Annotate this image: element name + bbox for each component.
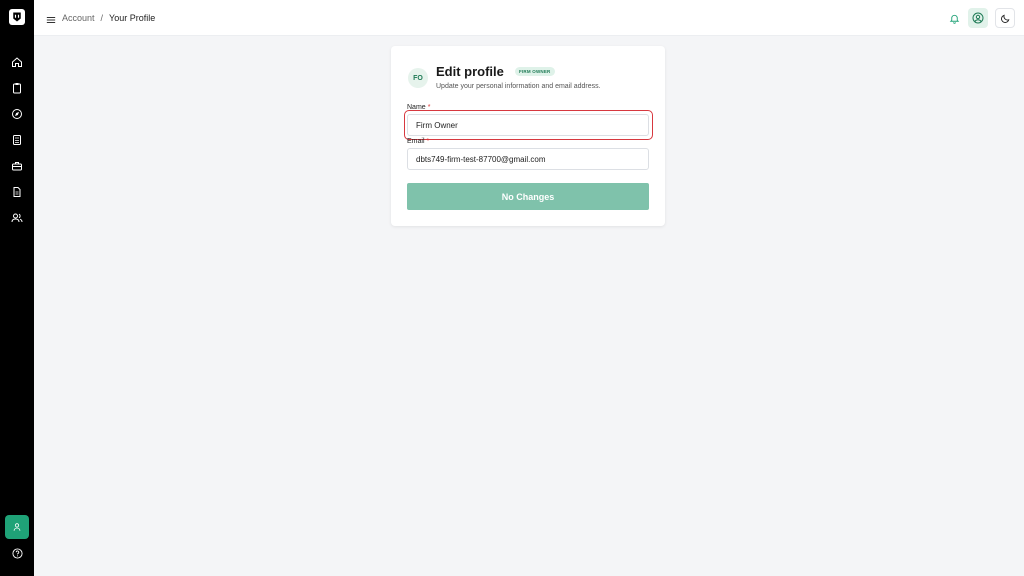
notifications-button[interactable] — [944, 8, 964, 28]
name-field[interactable]: Firm Owner — [407, 114, 649, 136]
email-field[interactable]: dbts749-firm-test-87700@gmail.com — [407, 148, 649, 170]
compass-icon — [12, 109, 22, 119]
role-badge: FIRM OWNER — [515, 67, 555, 76]
moon-icon — [1000, 14, 1009, 23]
top-bar: Account / Your Profile — [34, 0, 1024, 36]
clipboard-icon — [13, 83, 21, 94]
user-circle-icon — [972, 12, 984, 24]
breadcrumb-account[interactable]: Account — [62, 13, 95, 23]
edit-profile-card: FO Edit profile FIRM OWNER Update your p… — [391, 46, 665, 226]
name-label: Name * — [407, 104, 431, 111]
app-logo[interactable] — [9, 9, 25, 25]
required-mark: * — [426, 138, 430, 145]
sidebar-item-briefcase[interactable] — [7, 156, 27, 176]
document-icon — [13, 187, 21, 197]
sidebar-item-home[interactable] — [7, 52, 27, 72]
breadcrumb-your-profile: Your Profile — [109, 13, 156, 23]
help-icon — [11, 547, 23, 559]
sidebar-item-compass[interactable] — [7, 104, 27, 124]
calculator-icon — [13, 135, 21, 145]
card-subtitle: Update your personal information and ema… — [436, 83, 601, 90]
briefcase-icon — [12, 162, 22, 171]
required-mark: * — [427, 104, 431, 111]
menu-toggle-button[interactable] — [46, 12, 58, 24]
sidebar — [0, 0, 34, 576]
page-title: Edit profile — [436, 64, 504, 79]
users-icon — [11, 213, 23, 223]
bell-icon — [949, 14, 959, 24]
theme-toggle-button[interactable] — [995, 8, 1015, 28]
breadcrumb-separator: / — [100, 13, 104, 23]
sidebar-item-clipboard[interactable] — [7, 78, 27, 98]
breadcrumb: Account / Your Profile — [62, 12, 155, 24]
sidebar-item-users[interactable] — [7, 208, 27, 228]
user-menu-button[interactable] — [968, 8, 988, 28]
user-icon — [13, 523, 21, 531]
home-icon — [12, 57, 22, 67]
sidebar-item-document[interactable] — [7, 182, 27, 202]
help-button[interactable] — [7, 543, 27, 563]
hamburger-icon — [46, 17, 56, 23]
sidebar-profile-button[interactable] — [5, 515, 29, 539]
submit-button[interactable]: No Changes — [407, 183, 649, 210]
sidebar-item-calculator[interactable] — [7, 130, 27, 150]
avatar: FO — [408, 68, 428, 88]
email-label: Email * — [407, 138, 430, 145]
